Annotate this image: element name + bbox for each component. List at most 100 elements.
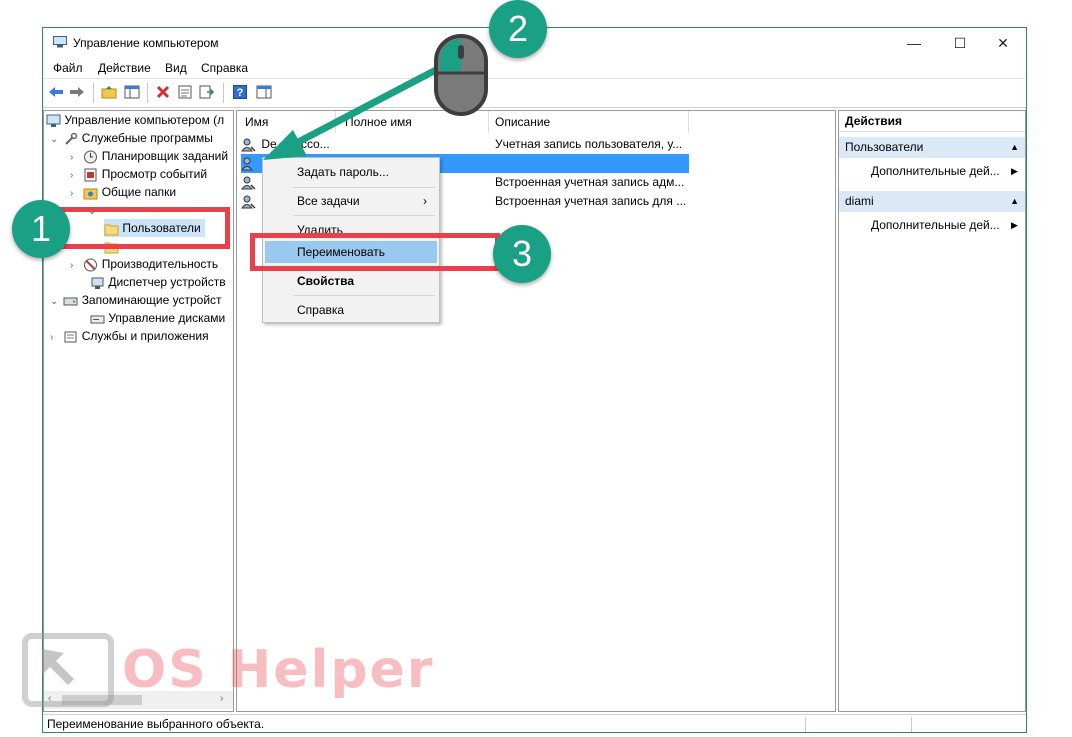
actions-more-users[interactable]: Дополнительные дей... ▶ <box>871 161 1021 182</box>
ctx-all-tasks-label: Все задачи <box>297 194 360 208</box>
tree-item-services-apps[interactable]: › Службы и приложения <box>50 327 209 345</box>
export-icon <box>199 85 215 99</box>
watermark-logo <box>22 633 114 707</box>
back-arrow-icon <box>49 87 63 97</box>
properties-button[interactable] <box>176 83 194 101</box>
shared-folder-icon <box>83 188 98 200</box>
computer-management-icon <box>53 36 67 48</box>
toolbar-separator <box>223 83 224 103</box>
help-button[interactable]: ? <box>231 83 249 101</box>
collapse-up-icon[interactable]: ▲ <box>1010 137 1019 158</box>
services-icon <box>64 331 77 343</box>
close-icon: ✕ <box>997 34 1009 51</box>
menu-help[interactable]: Справка <box>201 61 248 75</box>
up-folder-button[interactable] <box>100 83 118 101</box>
tree-item-system-tools[interactable]: ⌄ Служебные программы <box>50 129 213 147</box>
mouse-icon <box>434 34 488 116</box>
tree-item-device-manager[interactable]: Диспетчер устройств <box>90 273 226 291</box>
device-manager-icon <box>91 277 104 289</box>
close-button[interactable]: ✕ <box>980 28 1026 58</box>
tree-item-label: Управление дисками <box>108 311 226 325</box>
actions-title: Действия <box>839 111 1025 132</box>
user-icon <box>241 157 253 171</box>
tools-icon <box>65 132 78 145</box>
export-list-button[interactable] <box>198 83 216 101</box>
menu-separator <box>293 215 435 216</box>
user-icon <box>241 195 256 209</box>
tree-item-performance[interactable]: › Производительность <box>70 255 218 273</box>
event-viewer-icon <box>84 168 97 182</box>
action-label: Дополнительные дей... <box>871 164 1000 178</box>
maximize-button[interactable]: ☐ <box>937 28 983 58</box>
status-bar: Переименование выбранного объекта. <box>43 714 1026 734</box>
actions-more-diami[interactable]: Дополнительные дей... ▶ <box>871 215 1021 236</box>
console-tree-icon <box>124 85 140 99</box>
section-title: diami <box>845 194 874 208</box>
cursor-arrow-icon <box>42 649 74 685</box>
ctx-help[interactable]: Справка <box>265 299 437 321</box>
highlight-box-users <box>55 207 230 249</box>
collapse-up-icon[interactable]: ▲ <box>1010 191 1019 212</box>
menu-separator <box>293 295 435 296</box>
user-icon <box>241 176 256 190</box>
status-divider <box>805 717 806 732</box>
step-badge-2: 2 <box>489 0 547 58</box>
show-hide-tree-button[interactable] <box>123 83 141 101</box>
tree-item-label: Диспетчер устройств <box>108 275 226 289</box>
column-separator[interactable] <box>688 111 689 133</box>
menu-action[interactable]: Действие <box>98 61 151 75</box>
actions-section-diami[interactable]: diami ▲ <box>839 191 1025 212</box>
tree-item-label: Производительность <box>101 257 219 271</box>
chevron-down-icon[interactable]: ⌄ <box>50 293 60 311</box>
submenu-arrow-icon: ▶ <box>1011 166 1018 176</box>
toolbar: ? <box>43 78 1026 108</box>
tree-item-label: Просмотр событий <box>101 167 208 181</box>
minimize-icon: — <box>907 35 921 51</box>
back-button[interactable] <box>47 83 65 101</box>
menu-file[interactable]: Файл <box>53 61 83 75</box>
clock-icon <box>84 150 98 164</box>
app-window: Управление компьютером — ☐ ✕ Файл Действ… <box>42 27 1027 733</box>
menu-separator <box>293 187 435 188</box>
chevron-right-icon[interactable]: › <box>70 257 80 275</box>
maximize-icon: ☐ <box>953 34 967 51</box>
actions-section-users[interactable]: Пользователи ▲ <box>839 137 1025 158</box>
tree-item-event-viewer[interactable]: › Просмотр событий <box>70 165 207 183</box>
chevron-right-icon[interactable]: › <box>70 185 80 203</box>
status-divider <box>911 717 912 732</box>
tree-item-root[interactable]: Управление компьютером (л <box>46 111 224 129</box>
tree-item-shared-folders[interactable]: › Общие папки <box>70 183 176 201</box>
ctx-properties[interactable]: Свойства <box>265 270 437 292</box>
tree-item-task-scheduler[interactable]: › Планировщик заданий <box>70 147 228 165</box>
chevron-right-icon[interactable]: › <box>50 329 60 347</box>
row-description: Встроенная учетная запись для ... <box>495 194 687 208</box>
highlight-box-rename <box>250 233 500 271</box>
tree-item-label: Службы и приложения <box>81 329 209 343</box>
tree-item-storage[interactable]: ⌄ Запоминающие устройст <box>50 291 222 309</box>
menu-view[interactable]: Вид <box>165 61 187 75</box>
disk-icon <box>90 315 105 324</box>
chevron-down-icon[interactable]: ⌄ <box>50 131 60 149</box>
status-text: Переименование выбранного объекта. <box>47 717 265 731</box>
step-badge-1: 1 <box>12 200 70 258</box>
tree-item-label: Управление компьютером (л <box>64 113 225 127</box>
minimize-button[interactable]: — <box>891 28 937 58</box>
console-tree: Управление компьютером (л ⌄ Служебные пр… <box>43 110 234 712</box>
forward-arrow-icon <box>70 87 84 97</box>
actions-pane: Действия Пользователи ▲ Дополнительные д… <box>838 110 1026 712</box>
performance-icon <box>84 258 98 272</box>
ctx-all-tasks[interactable]: Все задачи › <box>265 190 437 212</box>
step-badge-3: 3 <box>493 225 551 283</box>
menu-bar: Файл Действие Вид Справка <box>43 58 1026 78</box>
tree-item-disk-management[interactable]: Управление дисками <box>90 309 225 327</box>
watermark-text: OS Helper <box>122 640 435 700</box>
row-description: Встроенная учетная запись адм... <box>495 175 685 189</box>
toolbar-separator <box>93 83 94 103</box>
row-description: Учетная запись пользователя, у... <box>495 137 683 151</box>
forward-button[interactable] <box>68 83 86 101</box>
action-label: Дополнительные дей... <box>871 218 1000 232</box>
delete-button[interactable] <box>154 83 172 101</box>
section-title: Пользователи <box>845 140 924 154</box>
svg-text:?: ? <box>237 87 244 99</box>
column-header-description[interactable]: Описание <box>495 111 550 133</box>
